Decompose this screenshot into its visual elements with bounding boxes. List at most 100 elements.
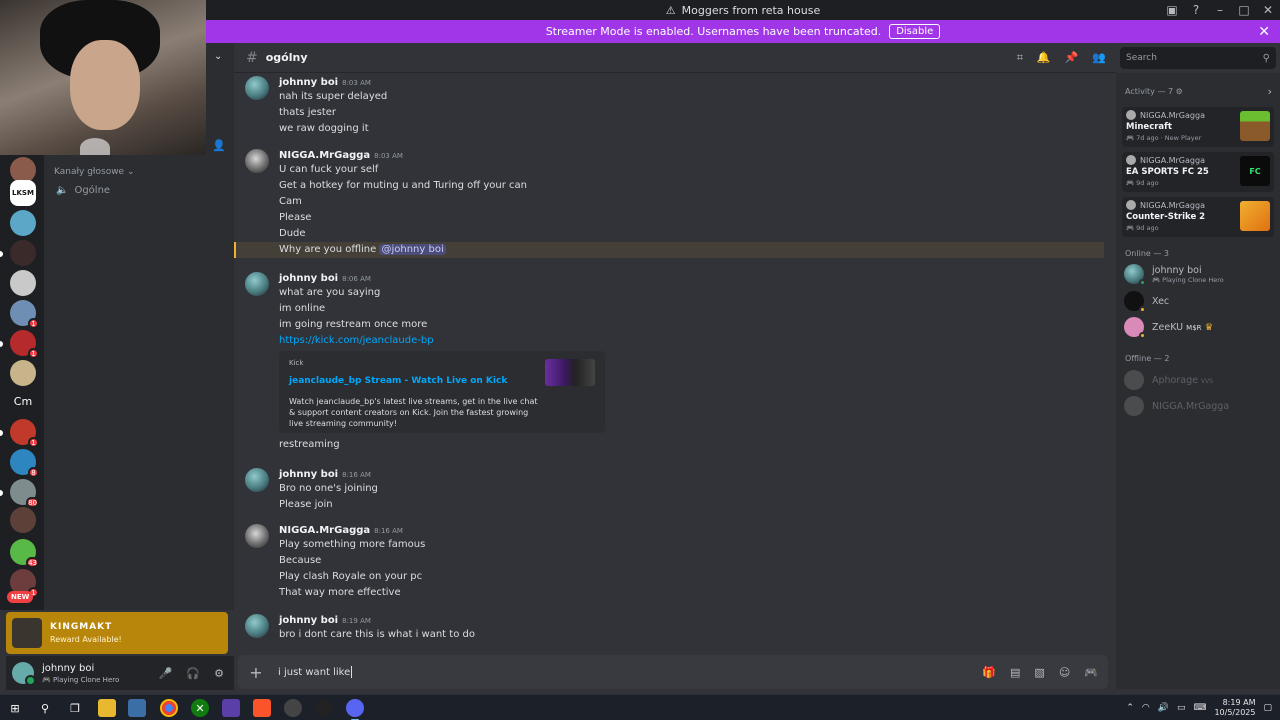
headphones-icon[interactable]: 🎧: [186, 667, 200, 680]
server-icon[interactable]: [10, 270, 36, 296]
message-author[interactable]: johnny boi 8:06 AM: [279, 273, 371, 284]
new-badge[interactable]: NEW: [7, 591, 34, 603]
search-icon[interactable]: ⚲: [36, 699, 54, 717]
server-icon[interactable]: 80: [10, 479, 39, 508]
message-text: Dude: [279, 228, 306, 239]
activity-card[interactable]: NIGGA.MrGagga Minecraft 🎮 7d ago · New P…: [1122, 107, 1274, 147]
obs-icon[interactable]: [284, 699, 302, 717]
members-icon[interactable]: 👥: [1092, 51, 1106, 65]
message-link[interactable]: https://kick.com/jeanclaude-bp: [279, 335, 434, 346]
server-icon-lksm[interactable]: LKSM: [10, 180, 36, 206]
member-name: johnny boi: [1152, 264, 1202, 276]
add-user-icon[interactable]: 👤: [212, 139, 226, 152]
windows-start-icon[interactable]: ⊞: [6, 699, 24, 717]
xbox-icon[interactable]: ✕: [191, 699, 209, 717]
avatar[interactable]: [12, 662, 36, 686]
message-text: bro i dont care this is what i want to d…: [279, 629, 475, 640]
user-mention[interactable]: @johnny boi: [379, 244, 446, 255]
avatar[interactable]: [245, 272, 269, 296]
task-view-icon[interactable]: ❐: [66, 699, 84, 717]
member-item[interactable]: ZeeKU M$R ♛: [1124, 316, 1213, 339]
add-attachment-icon[interactable]: +: [238, 663, 274, 682]
message-text: Please: [279, 212, 312, 223]
user-name: johnny boi: [42, 662, 95, 674]
chevron-right-icon[interactable]: ›: [1268, 85, 1272, 98]
avatar[interactable]: [245, 468, 269, 492]
activity-card[interactable]: NIGGA.MrGagga EA SPORTS FC 25 🎮 9d ago F…: [1122, 152, 1274, 192]
member-item[interactable]: NIGGA.MrGagga: [1124, 395, 1229, 417]
server-icon[interactable]: 1: [10, 330, 39, 359]
disable-button[interactable]: Disable: [889, 24, 941, 39]
server-icon[interactable]: [10, 360, 36, 386]
help-icon[interactable]: ?: [1184, 3, 1208, 17]
embed-description: Watch jeanclaude_bp's latest live stream…: [289, 397, 538, 428]
avatar[interactable]: [245, 524, 269, 548]
app-icon[interactable]: [315, 699, 333, 717]
maximize-button[interactable]: □: [1232, 3, 1256, 17]
voice-channel-ogolne[interactable]: 🔈 Ogólne: [56, 185, 110, 196]
message-author[interactable]: johnny boi 8:19 AM: [279, 615, 371, 626]
clock[interactable]: 8:19 AM 10/5/2025: [1214, 698, 1255, 718]
embed-thumbnail[interactable]: [545, 359, 595, 386]
server-icon-cm[interactable]: Cm: [10, 388, 36, 414]
activities-icon[interactable]: 🎮: [1084, 666, 1098, 679]
server-icon[interactable]: 43: [10, 539, 39, 568]
message-author[interactable]: NIGGA.MrGagga 8:16 AM: [279, 525, 403, 536]
emoji-icon[interactable]: ☺: [1059, 666, 1070, 679]
message-list[interactable]: johnny boi 8:03 AM nah its super delayed …: [234, 73, 1116, 653]
message-author[interactable]: johnny boi 8:16 AM: [279, 469, 371, 480]
app-icon[interactable]: [128, 699, 146, 717]
inbox-icon[interactable]: ▣: [1160, 3, 1184, 17]
notification-icon[interactable]: ▢: [1263, 703, 1272, 713]
reward-notification[interactable]: KINGMAKT Reward Available!: [6, 612, 228, 654]
gear-icon[interactable]: ⚙: [214, 667, 224, 680]
avatar[interactable]: [245, 614, 269, 638]
chrome-icon[interactable]: [160, 699, 178, 717]
server-icon[interactable]: 1: [10, 300, 39, 329]
volume-icon[interactable]: 🔊: [1158, 703, 1169, 713]
bell-icon[interactable]: 🔔: [1037, 51, 1051, 65]
window-title: Moggers from reta house: [681, 3, 821, 17]
chevron-down-icon[interactable]: ⌄: [214, 51, 222, 62]
message-author[interactable]: NIGGA.MrGagga 8:03 AM: [279, 150, 403, 161]
reward-thumbnail: [12, 618, 42, 648]
activity-card[interactable]: NIGGA.MrGagga Counter-Strike 2 🎮 9d ago: [1122, 197, 1274, 237]
keyboard-icon[interactable]: ⌨: [1193, 703, 1206, 713]
message-author[interactable]: johnny boi 8:03 AM: [279, 77, 371, 88]
cs2-icon: [1240, 201, 1270, 231]
member-item[interactable]: johnny boi 🎮 Playing Clone Hero: [1124, 263, 1224, 286]
member-item[interactable]: Xec: [1124, 290, 1169, 313]
server-icon[interactable]: 1: [10, 419, 39, 448]
chevron-up-icon[interactable]: ⌃: [1126, 703, 1134, 713]
battery-icon[interactable]: ▭: [1177, 703, 1186, 713]
discord-icon[interactable]: [346, 699, 364, 720]
server-header[interactable]: ⌄ 👤: [206, 43, 234, 155]
server-icon[interactable]: [10, 210, 36, 236]
server-icon[interactable]: 8: [10, 449, 39, 478]
unread-badge: 1: [28, 348, 39, 359]
server-icon[interactable]: [10, 507, 36, 533]
minimize-button[interactable]: –: [1208, 3, 1232, 17]
avatar[interactable]: [245, 76, 269, 100]
wifi-icon[interactable]: ◠: [1142, 703, 1150, 713]
message-composer[interactable]: + i just want like 🎁 ▤ ▧ ☺ 🎮: [238, 655, 1108, 689]
gif-icon[interactable]: ▤: [1010, 666, 1020, 679]
brave-icon[interactable]: [253, 699, 271, 717]
banner-close-icon[interactable]: ✕: [1258, 24, 1270, 40]
search-input[interactable]: Search ⚲: [1120, 47, 1276, 69]
gift-icon[interactable]: 🎁: [982, 666, 996, 679]
server-icon[interactable]: [10, 240, 36, 266]
avatar[interactable]: [245, 149, 269, 173]
close-button[interactable]: ✕: [1256, 3, 1280, 17]
message-text: we raw dogging it: [279, 123, 369, 134]
microphone-icon[interactable]: 🎤: [159, 667, 173, 680]
message-input[interactable]: i just want like: [278, 666, 353, 678]
member-item[interactable]: Aphorage VVS: [1124, 369, 1213, 391]
file-explorer-icon[interactable]: [98, 699, 116, 717]
member-name: Aphorage VVS: [1152, 374, 1214, 386]
pin-icon[interactable]: 📌: [1065, 51, 1079, 65]
voice-category[interactable]: Kanały głosowe ⌄: [54, 167, 135, 177]
threads-icon[interactable]: ⌗: [1017, 51, 1023, 65]
app-icon[interactable]: [222, 699, 240, 717]
sticker-icon[interactable]: ▧: [1034, 666, 1044, 679]
